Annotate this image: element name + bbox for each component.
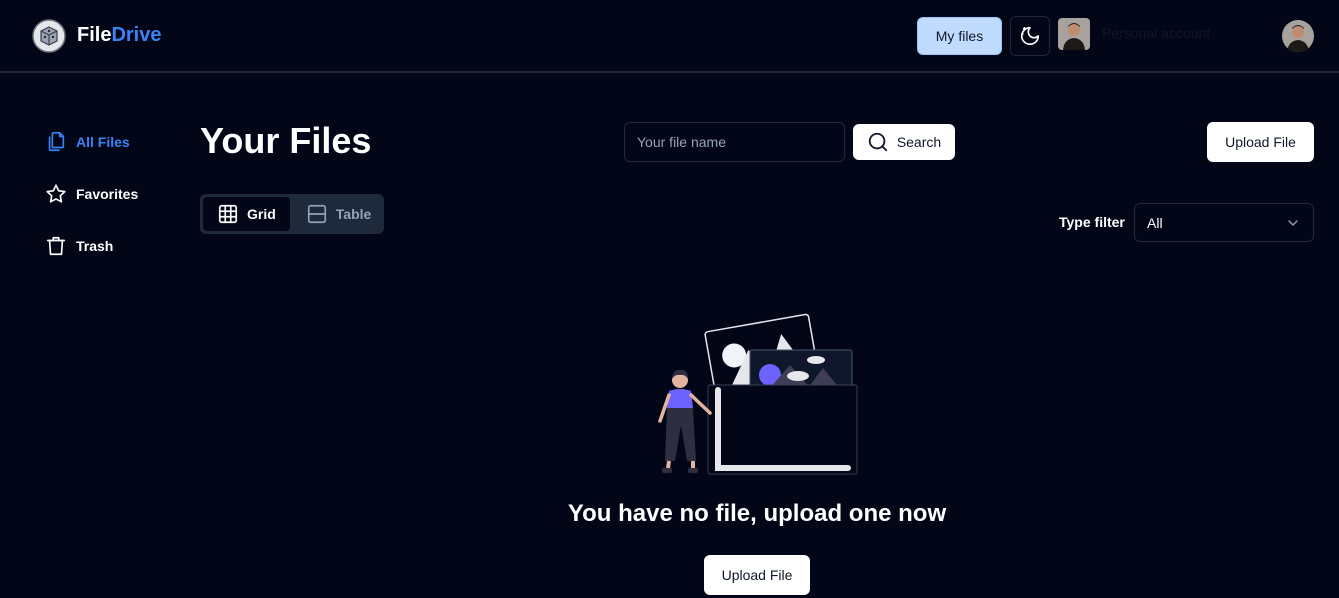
search-icon [868, 132, 887, 152]
grid-icon [218, 204, 238, 224]
type-filter-select[interactable]: All [1134, 203, 1314, 242]
org-avatar[interactable] [1058, 18, 1090, 50]
account-switcher-label[interactable]: Personal account [1102, 25, 1210, 41]
moon-icon [1020, 26, 1040, 46]
trash-icon [46, 236, 66, 256]
theme-toggle-button[interactable] [1010, 16, 1050, 56]
sidebar-item-trash[interactable]: Trash [45, 233, 113, 259]
brand-name[interactable]: FileDrive [77, 24, 161, 47]
empty-state-upload-button[interactable]: Upload File [704, 555, 810, 595]
brand-drive: Drive [111, 24, 162, 46]
search-button[interactable]: Search [853, 124, 955, 160]
sidebar-item-label: Trash [76, 238, 114, 254]
tab-table-label: Table [335, 206, 372, 222]
view-toggle: Grid Table [200, 194, 384, 234]
search-input[interactable] [624, 122, 845, 162]
page-title: Your Files [200, 120, 372, 161]
tab-grid-label: Grid [247, 206, 276, 222]
empty-state-message: You have no file, upload one now [567, 500, 947, 527]
files-icon [48, 132, 65, 152]
type-filter-label: Type filter [1059, 214, 1125, 230]
star-icon [46, 184, 66, 203]
search-button-label: Search [896, 134, 942, 150]
sidebar-item-all-files[interactable]: All Files [45, 129, 130, 155]
sidebar-item-favorites[interactable]: Favorites [45, 181, 138, 207]
type-filter-value: All [1147, 214, 1163, 231]
tab-grid[interactable]: Grid [203, 197, 290, 231]
upload-file-button[interactable]: Upload File [1207, 122, 1314, 162]
user-avatar[interactable] [1282, 20, 1314, 52]
table-icon [307, 204, 326, 224]
top-header: FileDrive My files Personal account [0, 0, 1339, 73]
tab-table[interactable]: Table [292, 197, 386, 231]
sidebar-item-label: All Files [76, 134, 130, 150]
sidebar-item-label: Favorites [76, 186, 139, 202]
logo-icon[interactable] [32, 19, 66, 53]
my-files-button[interactable]: My files [917, 17, 1002, 55]
chevron-down-icon [1288, 219, 1298, 226]
empty-state-illustration [658, 313, 858, 475]
brand-file: File [77, 24, 112, 46]
